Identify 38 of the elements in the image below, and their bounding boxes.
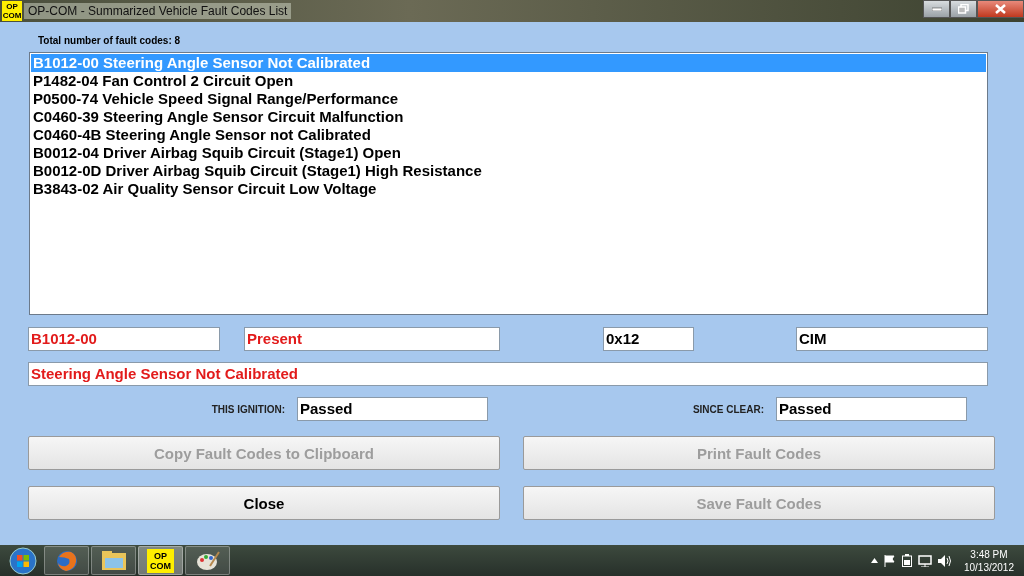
battery-icon[interactable] [901,554,912,567]
fault-code-item[interactable]: B0012-04 Driver Airbag Squib Circuit (Stage1) Open [31,144,986,162]
detail-field: 0x12 [603,327,694,351]
close-icon [995,4,1006,14]
fault-code-item[interactable]: C0460-4B Steering Angle Sensor not Calibrated [31,126,986,144]
fault-code-item[interactable]: C0460-39 Steering Angle Sensor Circuit Malfunction [31,108,986,126]
maximize-button[interactable] [950,0,977,18]
restore-icon [958,4,969,14]
clock-date: 10/13/2012 [963,560,1014,574]
flag-icon[interactable] [883,554,896,567]
detail-field: Present [244,327,500,351]
status-field: Passed [297,397,488,421]
browser-icon[interactable] [54,548,79,573]
minimize-button[interactable] [923,0,950,18]
detail-field: CIM [796,327,988,351]
show-hidden-icons-icon[interactable] [870,558,878,563]
detail-field: B1012-00 [28,327,220,351]
taskbar-app-button[interactable]: OP COM [138,546,183,575]
app-logo: OP COM [147,548,174,573]
app-icon: OP COM [2,1,22,21]
window-title: OP-COM - Summarized Vehicle Fault Codes List [24,3,292,19]
action-button[interactable]: Close [28,486,500,520]
status-label: SINCE CLEAR: [692,403,764,415]
fault-code-item[interactable]: P0500-74 Vehicle Speed Signal Range/Performance [31,90,986,108]
fault-count: Total number of fault codes: 8 [38,35,181,46]
fault-code-item[interactable]: P1482-04 Fan Control 2 Circuit Open [31,72,986,90]
volume-icon[interactable] [937,554,952,567]
description-field: Steering Angle Sensor Not Calibrated [28,362,988,386]
status-field: Passed [776,397,967,421]
palette-icon[interactable] [195,549,220,572]
network-icon[interactable] [917,554,932,567]
clock-time: 3:48 PM [970,547,1008,561]
fault-code-item[interactable]: B0012-0D Driver Airbag Squib Circuit (Stage1) High Resistance [31,162,986,180]
minimize-icon [931,7,942,11]
close-window-button[interactable] [977,0,1024,18]
folder-icon[interactable] [100,549,127,572]
fault-code-item[interactable]: B3843-02 Air Quality Sensor Circuit Low Voltage [31,180,986,198]
status-label: THIS IGNITION: [211,403,285,415]
